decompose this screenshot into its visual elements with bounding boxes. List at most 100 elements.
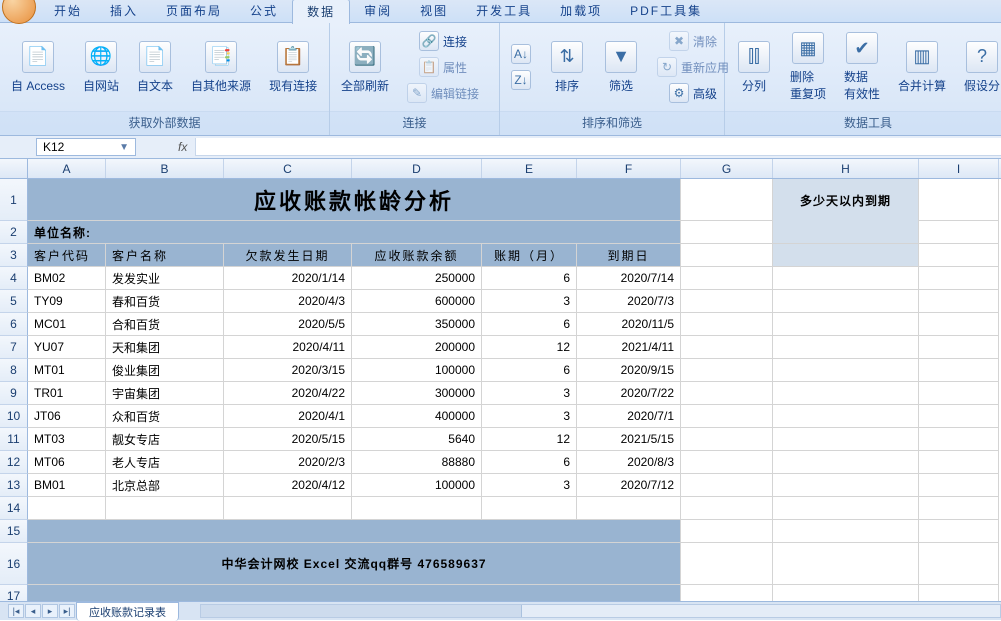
- cell[interactable]: [773, 520, 919, 543]
- sheet-nav-last[interactable]: ▸|: [59, 604, 75, 618]
- cell[interactable]: [773, 405, 919, 428]
- cell[interactable]: [919, 313, 999, 336]
- tab-layout[interactable]: 页面布局: [152, 0, 236, 23]
- btn-consolidate[interactable]: ▥合并计算: [893, 38, 951, 97]
- rowhead[interactable]: 12: [0, 451, 28, 474]
- cell-name[interactable]: 众和百货: [106, 405, 224, 428]
- cell[interactable]: [577, 497, 681, 520]
- rowhead[interactable]: 13: [0, 474, 28, 497]
- rowhead[interactable]: 4: [0, 267, 28, 290]
- cell[interactable]: [681, 428, 773, 451]
- btn-sort-asc[interactable]: A↓: [506, 42, 536, 66]
- rowhead[interactable]: 6: [0, 313, 28, 336]
- btn-refresh-all[interactable]: 🔄全部刷新: [336, 38, 394, 97]
- btn-sort-desc[interactable]: Z↓: [506, 68, 536, 92]
- rowhead[interactable]: 7: [0, 336, 28, 359]
- cell-code[interactable]: MT06: [28, 451, 106, 474]
- cell-amount[interactable]: 250000: [352, 267, 482, 290]
- sheet-tab-1[interactable]: 应收账款记录表: [76, 602, 179, 621]
- cell-period[interactable]: 6: [482, 313, 577, 336]
- cell-code[interactable]: TY09: [28, 290, 106, 313]
- cell[interactable]: [681, 313, 773, 336]
- cell-date[interactable]: 2020/4/12: [224, 474, 352, 497]
- cell[interactable]: [681, 451, 773, 474]
- cell[interactable]: [919, 336, 999, 359]
- rowhead[interactable]: 9: [0, 382, 28, 405]
- title-cell[interactable]: 应收账款帐龄分析: [28, 179, 681, 221]
- cell[interactable]: [919, 451, 999, 474]
- cell[interactable]: [919, 382, 999, 405]
- cell-period[interactable]: 12: [482, 336, 577, 359]
- hdr-date[interactable]: 欠款发生日期: [224, 244, 352, 267]
- colhead-c[interactable]: C: [224, 159, 352, 178]
- cell-code[interactable]: TR01: [28, 382, 106, 405]
- rowhead[interactable]: 5: [0, 290, 28, 313]
- btn-edit-links[interactable]: ✎编辑链接: [402, 81, 484, 105]
- hdr-due[interactable]: 到期日: [577, 244, 681, 267]
- cell-date[interactable]: 2020/4/3: [224, 290, 352, 313]
- colhead-i[interactable]: I: [919, 159, 999, 178]
- cell[interactable]: [919, 359, 999, 382]
- cell-date[interactable]: 2020/4/11: [224, 336, 352, 359]
- cell[interactable]: [773, 497, 919, 520]
- cell-due[interactable]: 2020/7/22: [577, 382, 681, 405]
- rowhead[interactable]: 3: [0, 244, 28, 267]
- hdr-code[interactable]: 客户代码: [28, 244, 106, 267]
- cell-period[interactable]: 6: [482, 267, 577, 290]
- btn-clear-filter[interactable]: ✖清除: [652, 29, 734, 53]
- cell[interactable]: [919, 474, 999, 497]
- cell[interactable]: [919, 179, 999, 221]
- cell[interactable]: [773, 336, 919, 359]
- cell[interactable]: [919, 267, 999, 290]
- tab-view[interactable]: 视图: [406, 0, 462, 23]
- cell-period[interactable]: 3: [482, 382, 577, 405]
- cell-name[interactable]: 宇宙集团: [106, 382, 224, 405]
- cell[interactable]: [773, 359, 919, 382]
- tab-data[interactable]: 数据: [292, 0, 350, 24]
- btn-sort[interactable]: ⇅排序: [544, 38, 590, 97]
- cell-name[interactable]: 俊业集团: [106, 359, 224, 382]
- cell[interactable]: [681, 244, 773, 267]
- sheet-nav-prev[interactable]: ◂: [25, 604, 41, 618]
- cell[interactable]: [773, 290, 919, 313]
- colhead-e[interactable]: E: [482, 159, 577, 178]
- formula-input[interactable]: [195, 138, 1001, 156]
- btn-from-web[interactable]: 🌐自网站: [78, 38, 124, 97]
- cell-name[interactable]: 靓女专店: [106, 428, 224, 451]
- cell[interactable]: [919, 290, 999, 313]
- cell-code[interactable]: MT03: [28, 428, 106, 451]
- btn-existing-conn[interactable]: 📋现有连接: [264, 38, 322, 97]
- rowhead[interactable]: 16: [0, 543, 28, 585]
- hdr-period[interactable]: 账期（月）: [482, 244, 577, 267]
- btn-reapply[interactable]: ↻重新应用: [652, 55, 734, 79]
- cell-due[interactable]: 2020/7/1: [577, 405, 681, 428]
- cell[interactable]: [919, 520, 999, 543]
- cell-amount[interactable]: 100000: [352, 359, 482, 382]
- btn-text-to-columns[interactable]: ⫿⫿分列: [731, 38, 777, 97]
- cell[interactable]: [681, 290, 773, 313]
- hdr-amount[interactable]: 应收账款余额: [352, 244, 482, 267]
- horizontal-scrollbar[interactable]: [200, 604, 1001, 618]
- cell[interactable]: [681, 497, 773, 520]
- cell-amount[interactable]: 600000: [352, 290, 482, 313]
- rowhead[interactable]: 8: [0, 359, 28, 382]
- tab-dev[interactable]: 开发工具: [462, 0, 546, 23]
- cell-date[interactable]: 2020/5/5: [224, 313, 352, 336]
- cell[interactable]: [773, 313, 919, 336]
- cell[interactable]: [919, 428, 999, 451]
- cell[interactable]: [106, 497, 224, 520]
- cell-due[interactable]: 2020/11/5: [577, 313, 681, 336]
- cell[interactable]: [773, 428, 919, 451]
- btn-data-validation[interactable]: ✔数据 有效性: [839, 29, 885, 105]
- tab-insert[interactable]: 插入: [96, 0, 152, 23]
- cell-name[interactable]: 合和百货: [106, 313, 224, 336]
- cell-due[interactable]: 2021/4/11: [577, 336, 681, 359]
- cell-amount[interactable]: 200000: [352, 336, 482, 359]
- cell[interactable]: [919, 244, 999, 267]
- cell[interactable]: [681, 405, 773, 428]
- cell-due[interactable]: 2020/7/3: [577, 290, 681, 313]
- btn-from-text[interactable]: 📄自文本: [132, 38, 178, 97]
- cell-amount[interactable]: 5640: [352, 428, 482, 451]
- select-all-corner[interactable]: [0, 159, 28, 179]
- colhead-h[interactable]: H: [773, 159, 919, 178]
